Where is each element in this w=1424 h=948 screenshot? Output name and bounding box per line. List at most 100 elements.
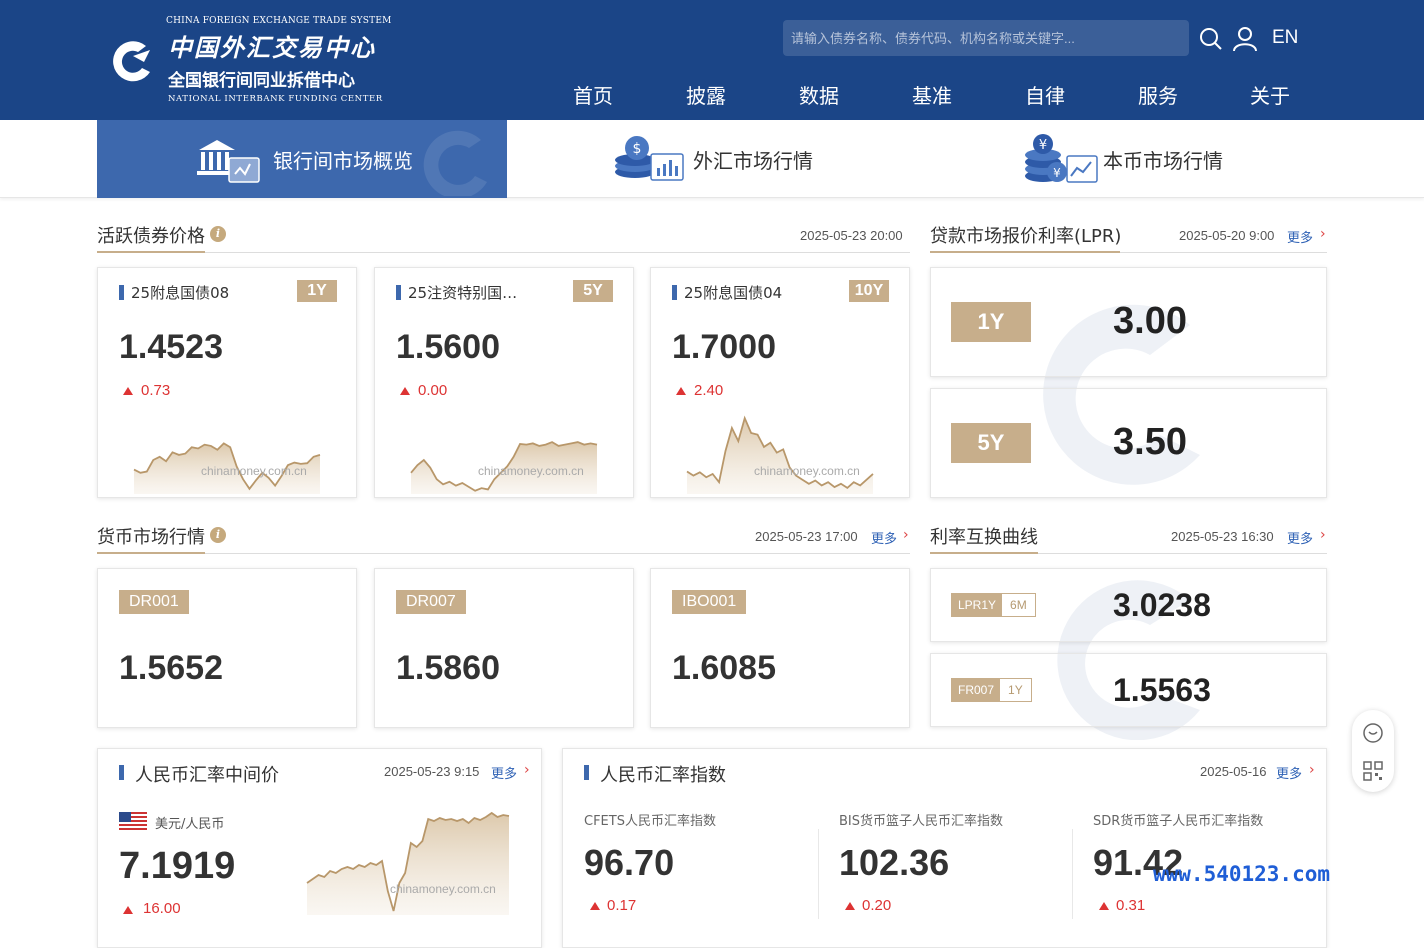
nav-services[interactable]: 服务 [1138,80,1178,109]
bond-change: 0.00 [418,382,448,399]
tab-local-currency-market[interactable]: ¥ ¥ 本币市场行情 [917,120,1327,198]
chevron-right-icon[interactable]: › [1309,762,1315,778]
nav-data[interactable]: 数据 [799,80,839,109]
chevron-right-icon[interactable]: › [524,762,530,778]
money-rate-badge: IBO001 [672,590,747,614]
lpr-card[interactable]: 1Y 3.00 [930,267,1327,377]
bullet-marker [672,285,677,300]
active-bonds-date: 2025-05-23 20:00 [800,228,903,243]
bond-chart-2-area [687,418,873,494]
info-icon[interactable]: i [210,527,226,543]
rmb-central-parity-title: 人民币汇率中间价 [135,765,279,786]
up-arrow-icon [123,387,133,395]
logo-en-text: NATIONAL INTERBANK FUNDING CENTER [168,94,383,104]
nav-benchmark[interactable]: 基准 [912,80,952,109]
tab-fx-market-label: 外汇市场行情 [693,149,813,173]
rmb-central-parity-card[interactable]: 人民币汇率中间价 2025-05-23 9:15 更多 › 美元/人民币 7.1… [97,748,542,948]
fx-coins-icon: $ [615,136,684,181]
bond-name: 25注资特别国… [408,284,518,302]
up-arrow-icon [590,902,600,910]
rmb-central-parity-date: 2025-05-23 9:15 [384,764,480,779]
up-arrow-icon [676,387,686,395]
swap-name: FR007 [952,679,1001,701]
chevron-right-icon[interactable]: › [903,527,909,543]
money-market-more-link[interactable]: 更多 [871,528,897,547]
chart-watermark: chinamoney.com.cn [390,882,496,896]
bond-yield: 1.7000 [672,328,776,366]
money-rate-card[interactable]: IBO001 1.6085 [650,568,910,728]
tenor-badge: 10Y [849,280,889,302]
money-rate-card[interactable]: DR001 1.5652 [97,568,357,728]
info-icon[interactable]: i [210,226,226,242]
bond-yield: 1.4523 [119,328,223,366]
swap-badge: FR007 1Y [951,678,1032,702]
chart-watermark: chinamoney.com.cn [478,464,584,478]
swap-name: LPR1Y [952,594,1003,616]
search-input[interactable] [783,20,1189,56]
bond-card[interactable]: 25附息国债08 1Y 1.4523 0.73 chinamoney.com.c… [97,267,357,498]
index-change: 0.17 [607,897,637,914]
language-switch[interactable]: EN [1272,27,1298,49]
nav-disclosure[interactable]: 披露 [686,80,726,109]
user-icon[interactable] [1232,26,1258,52]
nav-home[interactable]: 首页 [573,80,613,109]
svg-text:¥: ¥ [1053,166,1061,180]
money-market-title: 货币市场行情 [97,527,205,548]
qr-code-icon[interactable] [1362,760,1384,782]
bond-mini-chart [133,442,321,494]
chevron-right-icon[interactable]: › [1320,226,1326,242]
lpr-more-link[interactable]: 更多 [1287,227,1313,246]
section-underline [930,552,1038,554]
floating-toolbar [1352,710,1394,792]
nav-about[interactable]: 关于 [1250,80,1290,109]
lpr-value: 3.00 [1113,300,1187,342]
bond-change: 2.40 [694,382,724,399]
bullet-marker [584,765,589,780]
index-label: BIS货币篮子人民币汇率指数 [839,814,1004,829]
rmb-index-card[interactable]: 人民币汇率指数 2025-05-16 更多 › CFETS人民币汇率指数 96.… [562,748,1327,948]
bond-card[interactable]: 25附息国债04 10Y 1.7000 2.40 chinamoney.com.… [650,267,910,498]
swap-badge: LPR1Y 6M [951,593,1036,617]
main-nav: 首页 披露 数据 基准 自律 服务 关于 [560,80,1340,110]
chat-icon[interactable] [1362,722,1384,744]
swap-card[interactable]: LPR1Y 6M 3.0238 [930,568,1327,642]
swap-card[interactable]: FR007 1Y 1.5563 [930,653,1327,727]
chevron-right-icon[interactable]: › [1320,527,1326,543]
section-underline [930,251,1120,253]
svg-text:¥: ¥ [1039,138,1047,153]
lpr-title: 贷款市场报价利率(LPR) [930,226,1122,247]
active-bonds-title: 活跃债券价格 [97,226,205,247]
lpr-value: 3.50 [1113,421,1187,463]
chart-watermark: chinamoney.com.cn [201,464,307,478]
money-rate-card[interactable]: DR007 1.5860 [374,568,634,728]
bullet-marker [119,765,124,780]
bank-icon [197,140,260,183]
index-separator [818,829,819,919]
tab-local-currency-market-label: 本币市场行情 [1103,149,1223,173]
search-icon[interactable] [1198,26,1224,52]
swap-value: 3.0238 [1113,587,1211,623]
rmb-index-title: 人民币汇率指数 [600,765,726,786]
bond-name: 25附息国债04 [684,284,783,302]
usd-cny-change: 16.00 [143,900,181,917]
tab-interbank-overview[interactable]: 银行间市场概览 [97,120,507,198]
lpr-tenor-badge: 5Y [951,423,1031,463]
index-separator [1072,829,1073,919]
rmb-central-parity-more-link[interactable]: 更多 [491,763,517,782]
rmb-index-date: 2025-05-16 [1200,764,1267,779]
bullet-marker [119,285,124,300]
svg-text:$: $ [633,141,642,157]
section-underline [97,251,205,253]
logo[interactable]: CHINA FOREIGN EXCHANGE TRADE SYSTEM 中国外汇… [108,14,391,106]
section-divider [97,553,910,554]
bond-name: 25附息国债08 [131,284,230,302]
nav-self-regulation[interactable]: 自律 [1025,80,1065,109]
tab-fx-market[interactable]: $ 外汇市场行情 [507,120,917,198]
tenor-badge: 1Y [297,280,337,302]
swap-curve-more-link[interactable]: 更多 [1287,528,1313,547]
lpr-card[interactable]: 5Y 3.50 [930,388,1327,498]
lpr-tenor-badge: 1Y [951,302,1031,342]
currency-pair-label: 美元/人民币 [155,817,225,832]
rmb-index-more-link[interactable]: 更多 [1276,763,1302,782]
bond-card[interactable]: 25注资特别国… 5Y 1.5600 0.00 chinamoney.com.c… [374,267,634,498]
